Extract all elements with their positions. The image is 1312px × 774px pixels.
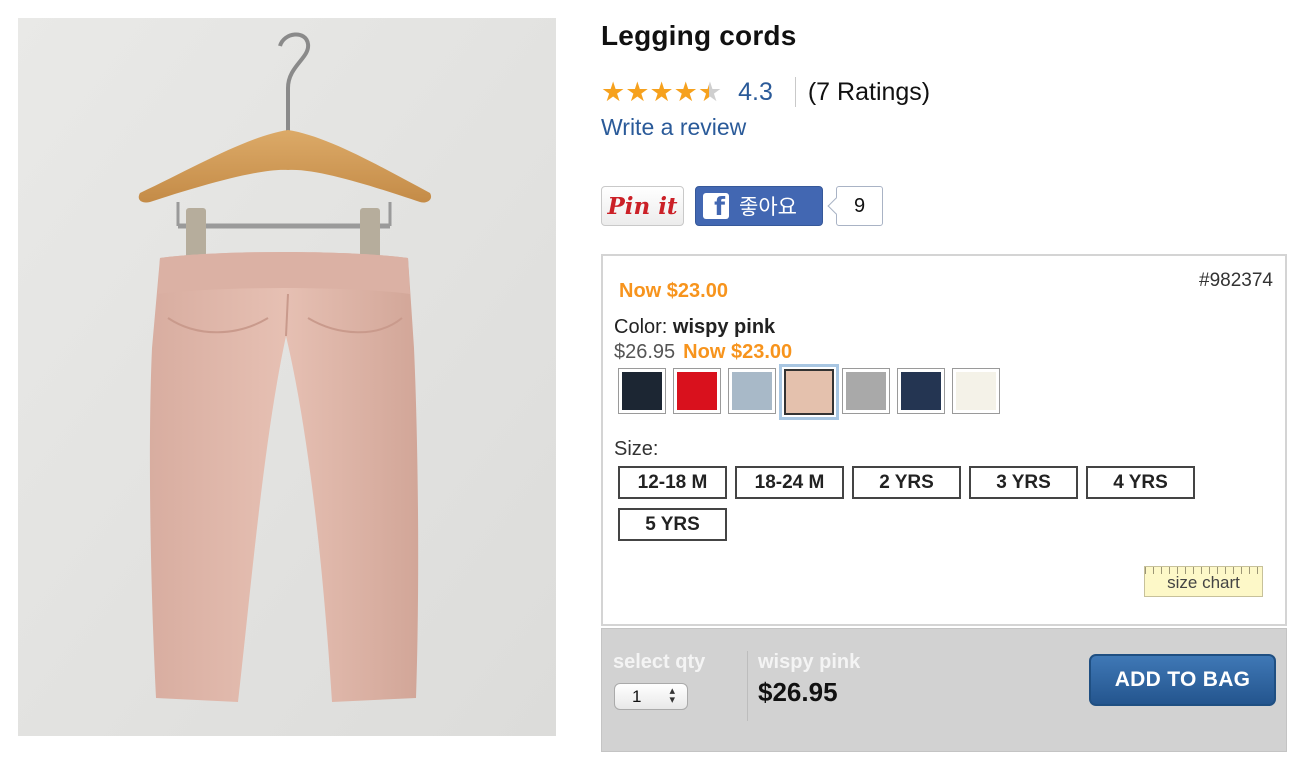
color-swatch[interactable]: [673, 368, 721, 414]
ratings-count: (7 Ratings): [807, 77, 931, 106]
product-title: Legging cords: [601, 20, 797, 51]
sku-number: #982374: [1199, 270, 1273, 291]
pin-it-label: Pin it: [607, 192, 678, 220]
rating-value[interactable]: 4.3: [738, 78, 773, 107]
star-icon: ★: [625, 76, 650, 107]
qty-label: select qty: [613, 651, 706, 673]
add-to-bag-button[interactable]: ADD TO BAG: [1089, 654, 1276, 706]
facebook-like-button[interactable]: f 좋아요: [695, 186, 823, 226]
color-label: Color:: [614, 316, 668, 338]
color-swatch[interactable]: [842, 368, 890, 414]
swatch-color: [784, 369, 834, 415]
sale-price: Now $23.00: [619, 280, 728, 302]
color-swatch[interactable]: [728, 368, 776, 414]
size-button[interactable]: 12-18 M: [618, 466, 727, 499]
product-image[interactable]: [18, 18, 556, 736]
color-swatch[interactable]: [779, 364, 839, 420]
facebook-like-count: 9: [836, 186, 883, 226]
sale-price-inline: Now $23.00: [683, 341, 793, 363]
pin-it-button[interactable]: Pin it: [601, 186, 684, 226]
facebook-like-label: 좋아요: [739, 196, 797, 219]
swatch-color: [732, 372, 772, 410]
star-icon: ★: [649, 76, 674, 107]
size-button[interactable]: 18-24 M: [735, 466, 844, 499]
color-swatch[interactable]: [897, 368, 945, 414]
size-chart-link[interactable]: size chart: [1144, 566, 1263, 597]
facebook-icon: f: [703, 192, 729, 221]
size-button[interactable]: 4 YRS: [1086, 466, 1195, 499]
updown-arrows-icon: ▴ ▾: [669, 685, 675, 706]
color-swatches: [618, 364, 1007, 420]
selected-color: wispy pink: [758, 651, 861, 673]
selected-price: $26.95: [758, 677, 838, 707]
price-line: $26.95 Now $23.00: [614, 341, 792, 364]
write-review-link[interactable]: Write a review: [601, 114, 746, 141]
divider: [794, 77, 796, 107]
color-line: Color: wispy pink: [614, 316, 775, 339]
star-icon: ★: [673, 76, 698, 107]
product-photo-illustration: [18, 18, 556, 736]
swatch-color: [901, 372, 941, 410]
divider: [747, 651, 748, 721]
swatch-color: [956, 372, 996, 410]
color-value: wispy pink: [672, 316, 776, 338]
quantity-value: 1: [632, 686, 642, 706]
size-button[interactable]: 2 YRS: [852, 466, 961, 499]
size-button[interactable]: 5 YRS: [618, 508, 727, 541]
size-label: Size:: [614, 438, 659, 460]
swatch-color: [677, 372, 717, 410]
star-rating: ★ ★ ★ ★ ★: [601, 76, 723, 107]
color-swatch[interactable]: [952, 368, 1000, 414]
quantity-select[interactable]: 1 ▴ ▾: [614, 683, 688, 710]
color-swatch[interactable]: [618, 368, 666, 414]
product-options: #982374 Now $23.00 Color: wispy pink $26…: [601, 254, 1287, 626]
add-to-bag-bar: select qty 1 ▴ ▾ wispy pink $26.95 ADD TO…: [601, 628, 1287, 752]
swatch-color: [846, 372, 886, 410]
original-price: $26.95: [614, 341, 676, 363]
swatch-color: [622, 372, 662, 410]
rating-summary[interactable]: ★ ★ ★ ★ ★ 4.3 (7 Ratings): [601, 74, 930, 110]
size-button[interactable]: 3 YRS: [969, 466, 1078, 499]
size-options: 12-18 M 18-24 M2 YRS 3 YRS 4 YRS 5 YRS: [618, 466, 1218, 550]
half-star-icon: ★: [697, 76, 723, 107]
star-icon: ★: [601, 76, 626, 107]
